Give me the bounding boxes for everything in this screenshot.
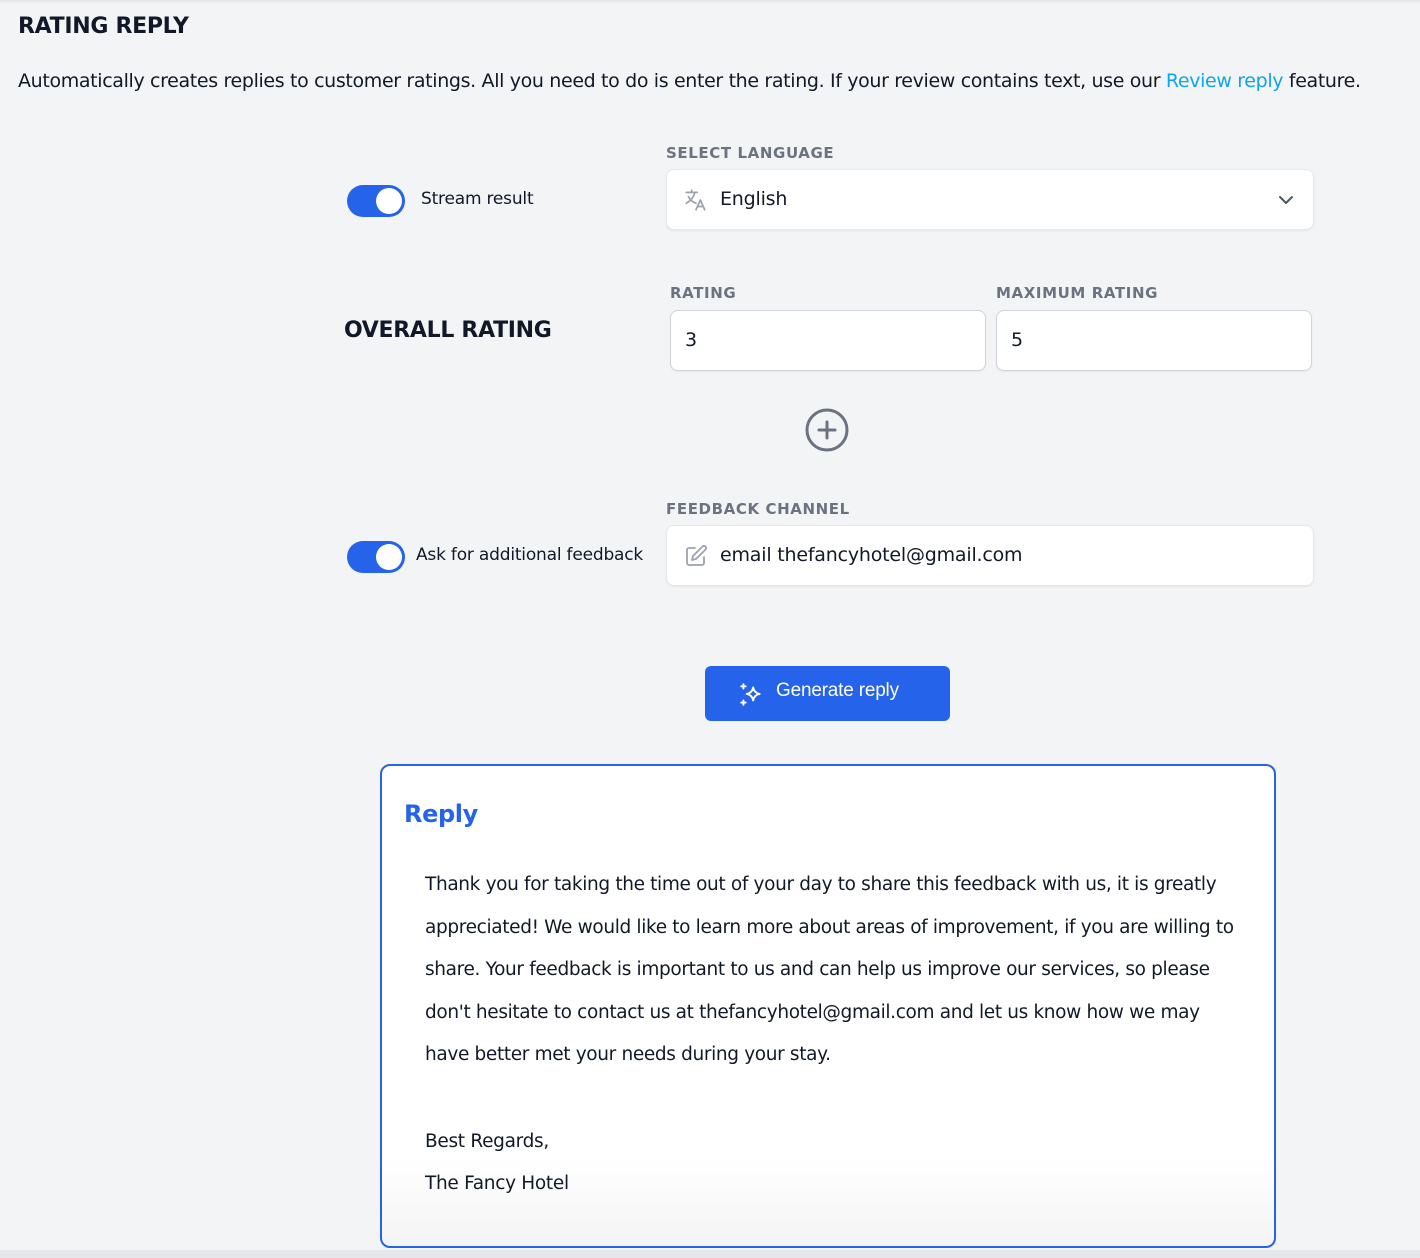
select-language-label: SELECT LANGUAGE bbox=[666, 144, 835, 162]
stream-result-label: Stream result bbox=[421, 189, 534, 209]
stream-result-toggle[interactable] bbox=[347, 185, 405, 217]
top-edge-shadow bbox=[0, 0, 1420, 4]
intro-text-start: Automatically creates replies to custome… bbox=[18, 70, 1166, 92]
reply-signature-name: The Fancy Hotel bbox=[425, 1173, 569, 1194]
add-rating-button[interactable] bbox=[804, 407, 850, 453]
reply-title: Reply bbox=[404, 800, 478, 828]
reply-signature: Best Regards, The Fancy Hotel bbox=[425, 1121, 569, 1205]
bottom-edge bbox=[0, 1250, 1420, 1258]
reply-body-text: Thank you for taking the time out of you… bbox=[425, 874, 1234, 1066]
language-select[interactable]: English bbox=[666, 169, 1314, 230]
chevron-down-icon bbox=[1279, 196, 1293, 204]
review-reply-link[interactable]: Review reply bbox=[1166, 70, 1284, 92]
toggle-knob bbox=[376, 544, 402, 570]
sparkles-icon bbox=[740, 683, 761, 706]
maximum-rating-input[interactable]: 5 bbox=[996, 310, 1312, 371]
maximum-rating-label: MAXIMUM RATING bbox=[996, 284, 1159, 302]
generate-reply-button[interactable]: Generate reply bbox=[705, 666, 950, 721]
additional-feedback-label: Ask for additional feedback bbox=[416, 545, 644, 565]
reply-card: Reply Thank you for taking the time out … bbox=[380, 764, 1276, 1248]
overall-rating-heading: OVERALL RATING bbox=[344, 318, 552, 343]
additional-feedback-toggle[interactable] bbox=[347, 541, 405, 573]
feedback-channel-value: email thefancyhotel@gmail.com bbox=[720, 544, 1023, 566]
toggle-knob bbox=[376, 188, 402, 214]
page-title: RATING REPLY bbox=[18, 14, 189, 39]
rating-input[interactable]: 3 bbox=[670, 310, 986, 371]
maximum-rating-value: 5 bbox=[1011, 329, 1023, 351]
feedback-channel-input[interactable]: email thefancyhotel@gmail.com bbox=[666, 525, 1314, 586]
intro-text: Automatically creates replies to custome… bbox=[18, 70, 1361, 92]
edit-icon bbox=[686, 545, 707, 566]
reply-closing: Best Regards, bbox=[425, 1131, 549, 1152]
generate-reply-label: Generate reply bbox=[776, 680, 899, 701]
intro-text-end: feature. bbox=[1283, 70, 1361, 92]
language-selected-value: English bbox=[720, 188, 788, 210]
translate-icon bbox=[685, 189, 706, 211]
rating-label: RATING bbox=[670, 284, 737, 302]
rating-value: 3 bbox=[685, 329, 697, 351]
feedback-channel-label: FEEDBACK CHANNEL bbox=[666, 500, 850, 518]
